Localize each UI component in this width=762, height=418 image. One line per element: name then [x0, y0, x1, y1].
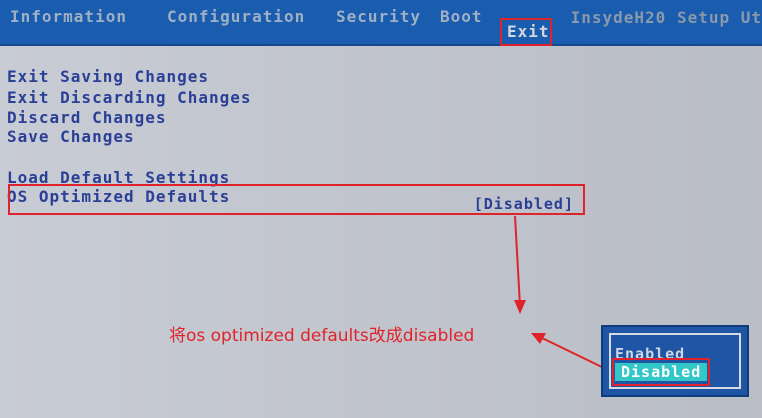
bios-screen: Information Configuration Security Boot … — [0, 0, 762, 418]
disabled-option-annotation-box — [612, 358, 710, 386]
instruction-annotation: 将os optimized defaults改成disabled — [169, 326, 475, 346]
